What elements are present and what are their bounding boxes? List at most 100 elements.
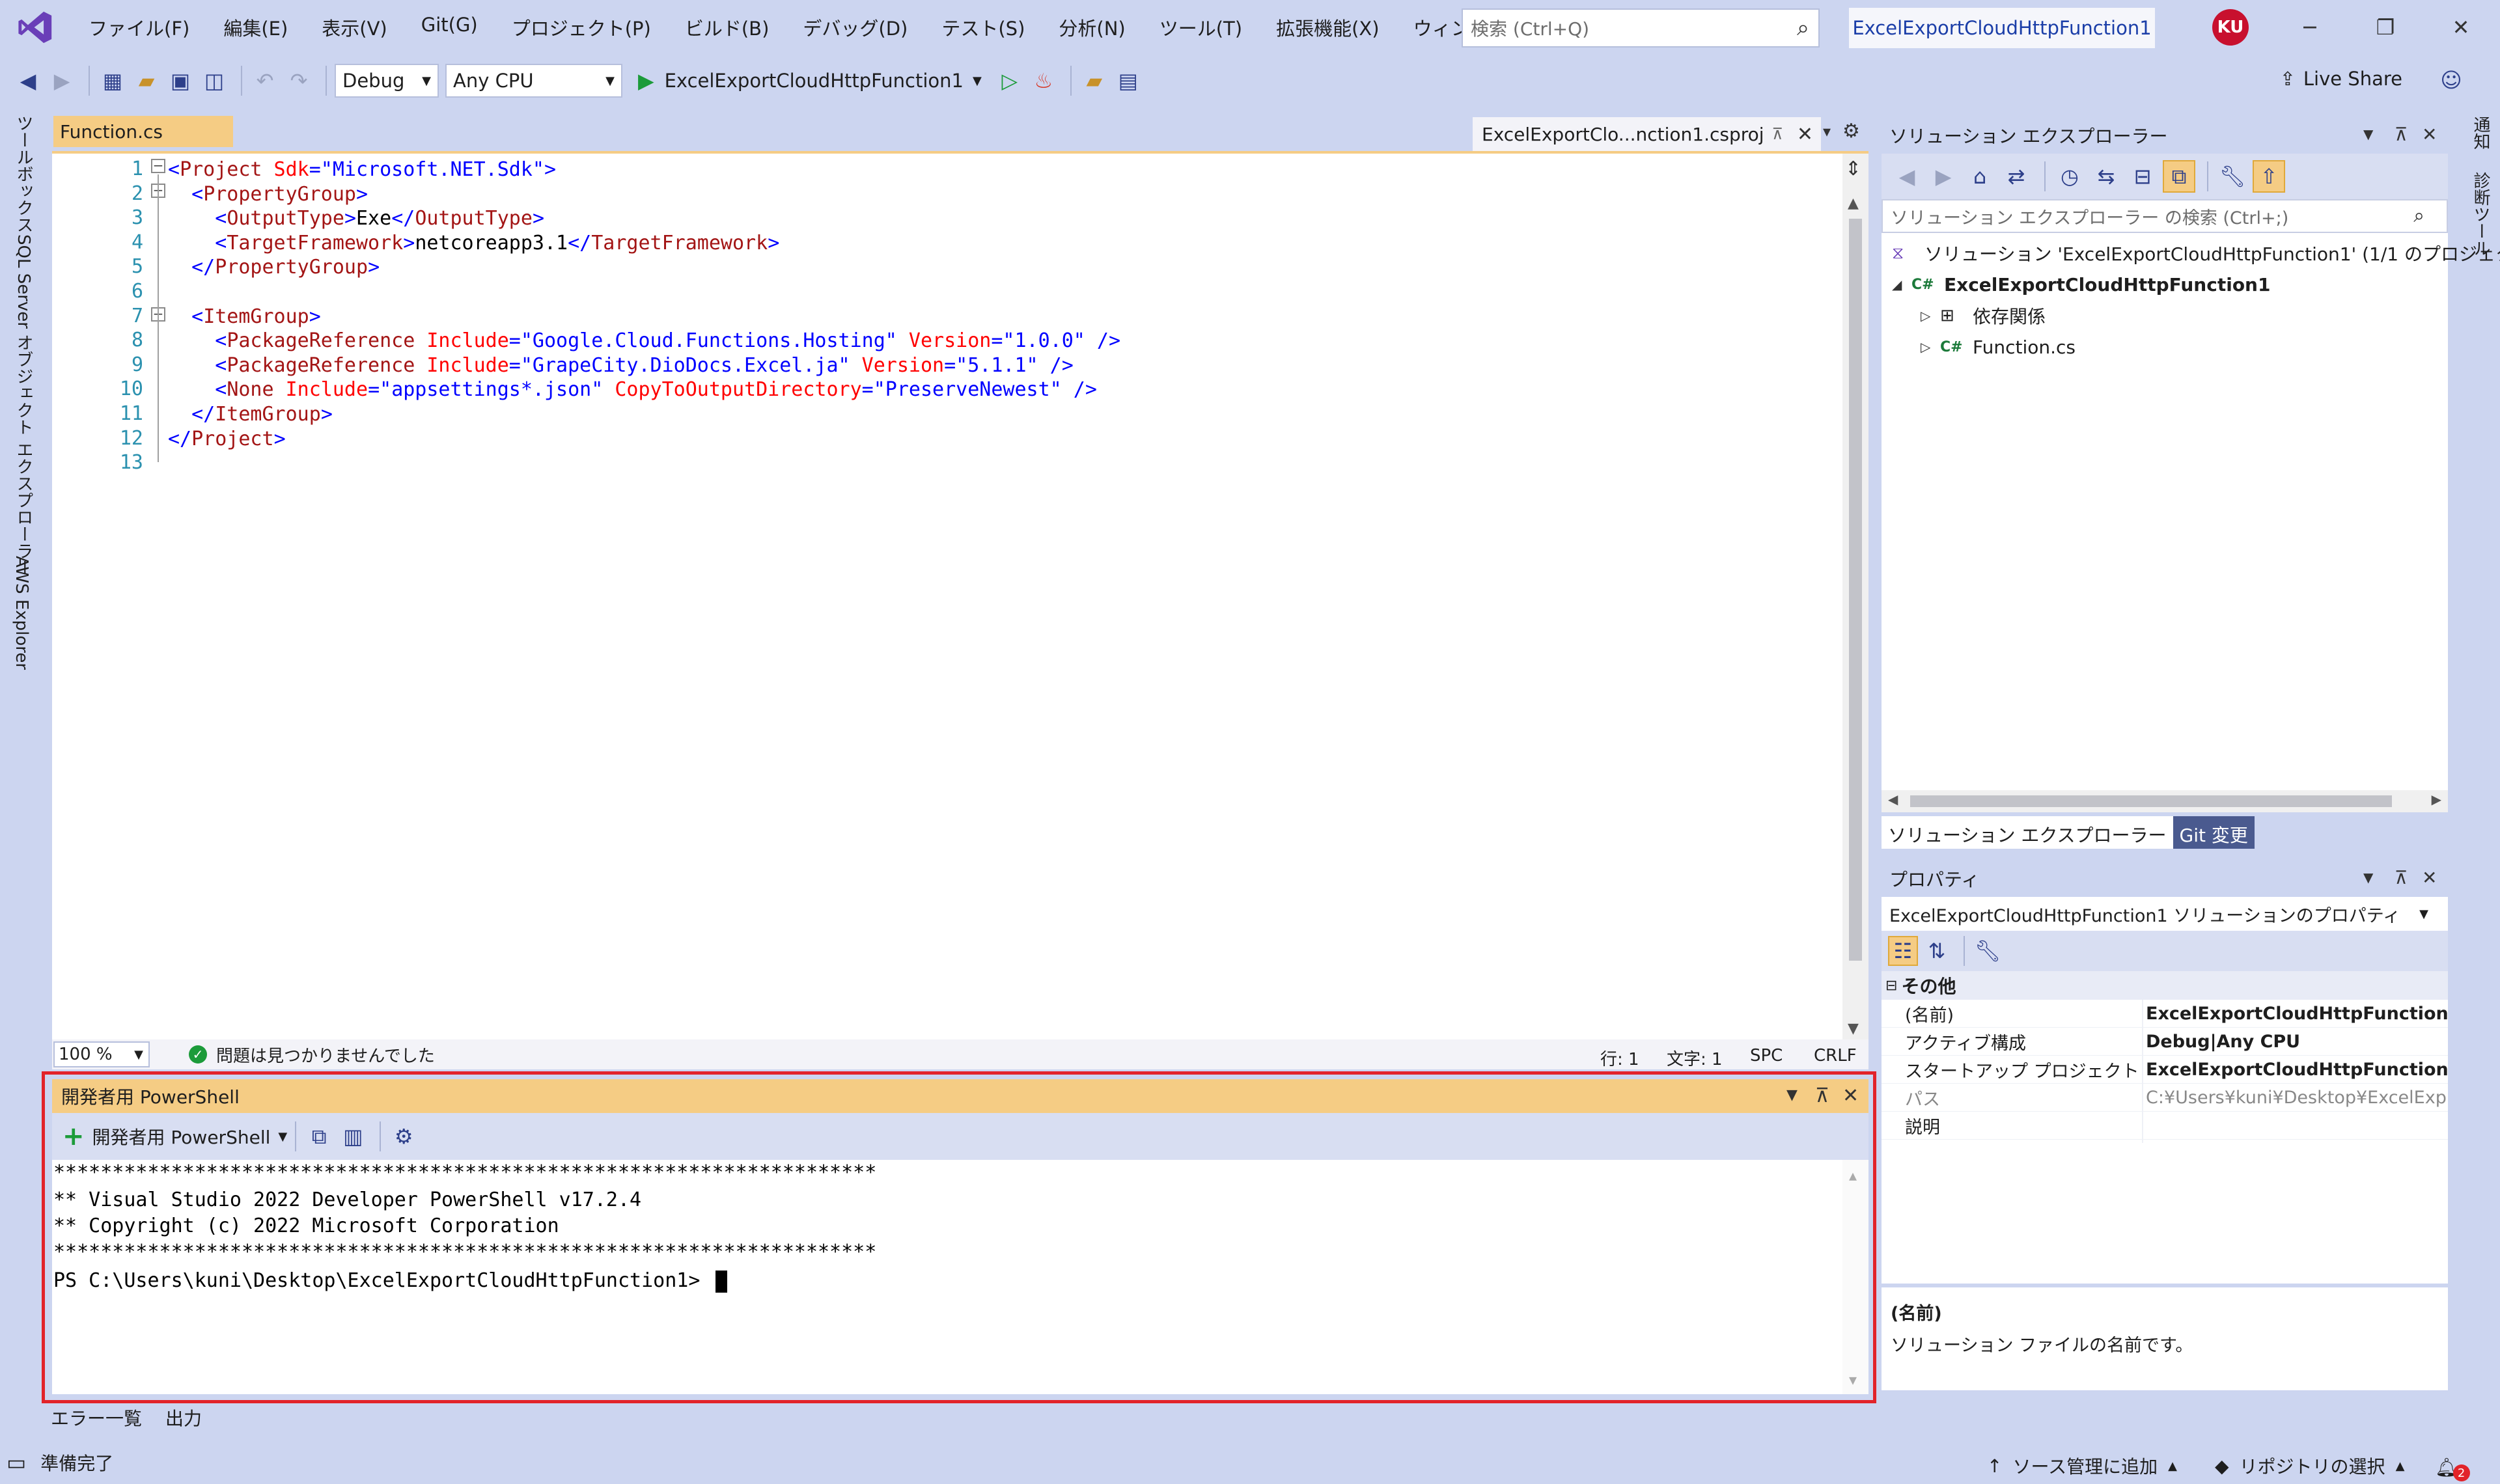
property-value[interactable]: Debug|Any CPU (2142, 1032, 2448, 1052)
search-input[interactable]: 検索 (Ctrl+Q) ⌕ (1462, 8, 1820, 48)
close-icon[interactable]: ✕ (2441, 10, 2480, 44)
toolbox-tab[interactable]: ツールボックス (12, 115, 36, 233)
property-value[interactable]: C:¥Users¥kuni¥Desktop¥ExcelExp (2142, 1088, 2448, 1108)
menu-item[interactable]: テスト(S) (924, 14, 1042, 41)
categorized-icon[interactable]: ☷ (1888, 936, 1918, 966)
zoom-select[interactable]: 100 % ▼ (53, 1041, 150, 1067)
property-value[interactable]: ExcelExportCloudHttpFunction1 (2142, 1060, 2448, 1080)
home-icon[interactable]: ⌂ (1964, 160, 1996, 193)
save-icon[interactable]: ▣ (165, 66, 195, 96)
line-ending-indicator[interactable]: CRLF (1814, 1046, 1857, 1065)
issues-indicator[interactable]: ✓ 問題は見つかりませんでした (189, 1043, 435, 1067)
menu-item[interactable]: プロジェクト(P) (495, 14, 668, 41)
minimize-icon[interactable]: ─ (2290, 10, 2329, 44)
vertical-scrollbar[interactable]: ⇕ ▲ ▼ (1842, 154, 1868, 1039)
redo-icon[interactable]: ↷ (284, 66, 314, 96)
solution-search-input[interactable]: ソリューション エクスプローラー の検索 (Ctrl+;) ⌕ (1882, 199, 2448, 233)
code-editor[interactable]: 12345678910111213 − − − <Project Sdk="Mi… (52, 151, 1868, 1039)
switch-views-icon[interactable]: ⇄ (2000, 160, 2033, 193)
repository-button[interactable]: ◆ リポジトリの選択 ▲ (2215, 1453, 2404, 1479)
avatar[interactable]: KU (2212, 9, 2249, 46)
menu-item[interactable]: 編集(E) (206, 14, 305, 41)
run-without-debug-icon[interactable]: ▷ (995, 66, 1025, 96)
menu-item[interactable]: ビルド(B) (668, 14, 786, 41)
layout-icon[interactable]: ▤ (1113, 66, 1143, 96)
forward-icon[interactable]: ▶ (47, 66, 77, 96)
horizontal-scrollbar[interactable]: ◀ ▶ (1882, 790, 2448, 812)
tree-item-file[interactable]: ▷ C# Function.cs (1921, 332, 2076, 362)
property-value[interactable]: ExcelExportCloudHttpFunction1 (2142, 1004, 2448, 1024)
property-category[interactable]: ⊟ その他 (1882, 971, 2448, 1000)
undo-icon[interactable]: ↶ (250, 66, 280, 96)
menu-item[interactable]: デバッグ(D) (786, 14, 924, 41)
tab-csproj[interactable]: ExcelExportClo...nction1.csproj ⊼ ✕ (1473, 117, 1821, 151)
menu-item[interactable]: Git(G) (404, 14, 495, 41)
menu-item[interactable]: ツール(T) (1143, 14, 1259, 41)
notification-bell[interactable]: 🔔︎ 2 (2435, 1453, 2470, 1481)
menu-item[interactable]: 表示(V) (305, 14, 404, 41)
line-indicator[interactable]: 行: 1 (1600, 1046, 1639, 1070)
scroll-up-icon[interactable]: ▲ (1848, 195, 1859, 212)
tree-item-project[interactable]: ◢ C# ExcelExportCloudHttpFunction1 (1892, 269, 2270, 299)
collapsed-icon[interactable]: ▷ (1921, 339, 1940, 355)
property-row[interactable]: スタートアップ プロジェクト ExcelExportCloudHttpFuncti… (1882, 1056, 2448, 1084)
collapse-icon[interactable]: ⊟ (1885, 978, 1897, 994)
property-pages-wrench-icon[interactable]: 🔧︎ (1973, 936, 2003, 966)
platform-select[interactable]: Any CPU ▼ (445, 64, 622, 98)
preview-icon[interactable]: ⇧ (2253, 160, 2285, 193)
scroll-thumb[interactable] (1849, 219, 1862, 961)
split-icon[interactable]: ⇕ (1845, 158, 1861, 180)
properties-wrench-icon[interactable]: 🔧︎ (2216, 160, 2249, 193)
pending-changes-icon[interactable]: ◷ (2053, 160, 2086, 193)
tab-function-cs[interactable]: Function.cs (53, 116, 233, 147)
hot-reload-icon[interactable]: ♨ (1029, 66, 1059, 96)
run-button[interactable]: ▶ ExcelExportCloudHttpFunction1 ▼ (638, 68, 982, 93)
open-folder-icon[interactable]: ▰ (132, 66, 161, 96)
close-icon[interactable]: ✕ (1797, 123, 1813, 146)
pin-icon[interactable]: ⊼ (1771, 125, 1783, 143)
restore-icon[interactable]: ❐ (2366, 10, 2405, 44)
new-project-icon[interactable]: ▦ (98, 66, 128, 96)
tab-solution-explorer[interactable]: ソリューション エクスプローラー (1882, 816, 2173, 849)
close-icon[interactable]: ✕ (2422, 124, 2437, 145)
expanded-icon[interactable]: ◢ (1892, 277, 1911, 292)
property-row[interactable]: 説明 (1882, 1112, 2448, 1140)
tree-item-solution[interactable]: ⧖ ソリューション 'ExcelExportCloudHttpFunction1… (1892, 238, 2500, 268)
aws-explorer-tab[interactable]: AWS Explorer (12, 556, 31, 670)
save-all-icon[interactable]: ◫ (199, 66, 229, 96)
back-icon[interactable]: ◀ (13, 66, 43, 96)
scroll-down-icon[interactable]: ▼ (1848, 1021, 1859, 1037)
pin-icon[interactable]: ⊼ (2395, 124, 2408, 145)
whitespace-indicator[interactable]: SPC (1750, 1046, 1783, 1065)
sql-server-explorer-tab[interactable]: SQL Server オブジェクト エクスプローラー (12, 234, 36, 577)
tab-git-changes[interactable]: Git 変更 (2173, 816, 2255, 849)
sync-icon[interactable]: ⇆ (2090, 160, 2122, 193)
scroll-right-icon[interactable]: ▶ (2432, 791, 2441, 807)
notifications-tab[interactable]: 通知 (2469, 116, 2493, 150)
property-row[interactable]: パス C:¥Users¥kuni¥Desktop¥ExcelExp (1882, 1084, 2448, 1112)
property-row[interactable]: (名前) ExcelExportCloudHttpFunction1 (1882, 1000, 2448, 1028)
close-icon[interactable]: ✕ (2422, 867, 2437, 888)
chevron-down-icon[interactable]: ▼ (2363, 870, 2373, 885)
column-splitter[interactable] (2142, 1000, 2143, 1143)
gear-icon[interactable]: ⚙ (1842, 120, 1868, 146)
tab-output[interactable]: 出力 (165, 1405, 202, 1431)
pin-icon[interactable]: ⊼ (2395, 867, 2408, 888)
property-row[interactable]: アクティブ構成 Debug|Any CPU (1882, 1028, 2448, 1056)
live-share-button[interactable]: ⇪ Live Share (2280, 68, 2402, 90)
scroll-left-icon[interactable]: ◀ (1888, 791, 1898, 807)
menu-item[interactable]: 拡張機能(X) (1259, 14, 1396, 41)
menu-item[interactable]: ファイル(F) (72, 14, 206, 41)
tab-error-list[interactable]: エラー一覧 (51, 1405, 142, 1431)
feedback-icon[interactable]: ☺ (2436, 65, 2466, 95)
collapsed-icon[interactable]: ▷ (1921, 308, 1940, 323)
char-indicator[interactable]: 文字: 1 (1667, 1046, 1723, 1070)
collapse-all-icon[interactable]: ⊟ (2126, 160, 2159, 193)
config-select[interactable]: Debug ▼ (335, 64, 439, 98)
menu-item[interactable]: 分析(N) (1042, 14, 1142, 41)
collapse-icon[interactable]: − (151, 159, 165, 173)
forward-icon[interactable]: ▶ (1927, 160, 1960, 193)
back-icon[interactable]: ◀ (1891, 160, 1923, 193)
properties-object-select[interactable]: ExcelExportCloudHttpFunction1 ソリューションのプロ… (1882, 897, 2448, 931)
scroll-thumb[interactable] (1910, 795, 2392, 807)
